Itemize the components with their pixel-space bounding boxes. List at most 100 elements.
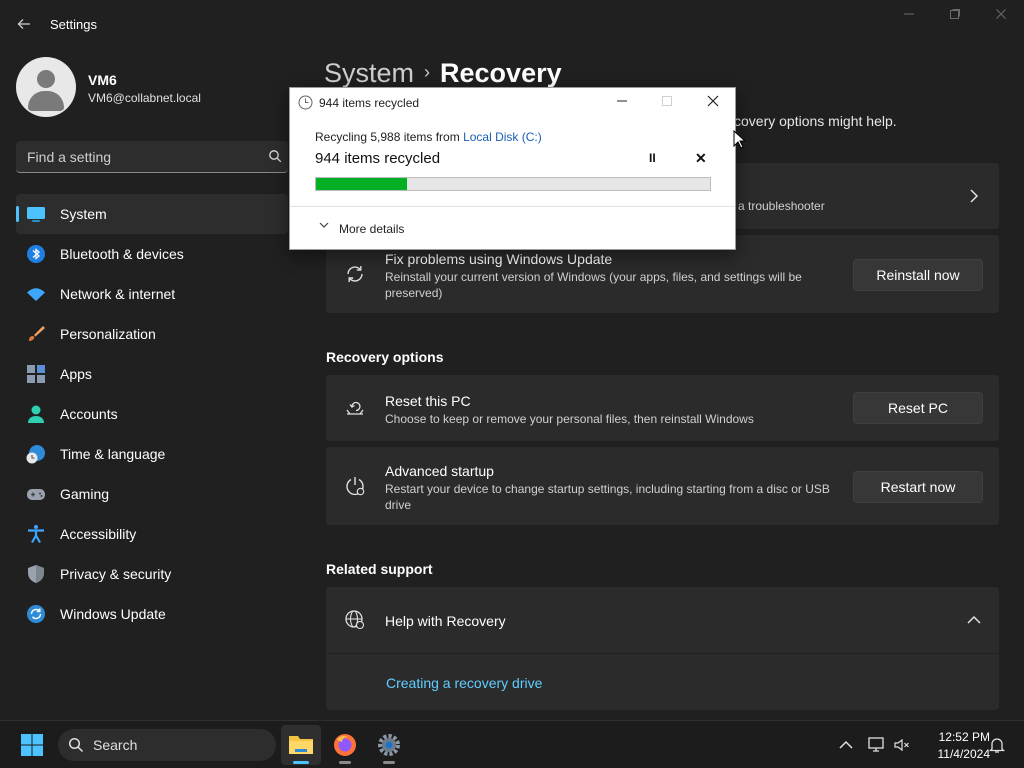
close-button[interactable]	[978, 6, 1024, 26]
sidebar-item-accessibility[interactable]: Accessibility	[16, 514, 288, 554]
dialog-maximize-button	[647, 92, 687, 112]
reset-pc-card: Reset this PC Choose to keep or remove y…	[326, 375, 999, 441]
help-with-recovery-card[interactable]: Help with Recovery	[326, 587, 999, 653]
running-indicator	[383, 761, 395, 764]
apps-icon	[27, 365, 45, 383]
taskbar-time[interactable]: 12:52 PM	[920, 730, 990, 744]
chevron-up-icon[interactable]	[836, 735, 856, 755]
page-title: Recovery	[440, 58, 562, 88]
breadcrumb-parent[interactable]: System	[324, 58, 414, 88]
find-setting-input[interactable]: Find a setting	[16, 141, 288, 173]
running-indicator	[293, 761, 309, 764]
network-icon[interactable]	[867, 735, 887, 755]
dialog-divider	[290, 206, 735, 207]
clock-icon	[298, 95, 313, 110]
user-name: VM6	[88, 72, 117, 88]
reset-pc-button[interactable]: Reset PC	[853, 392, 983, 424]
sidebar-item-network[interactable]: Network & internet	[16, 274, 288, 314]
avatar[interactable]	[16, 57, 76, 117]
user-email: VM6@collabnet.local	[88, 91, 201, 105]
sidebar-item-time-language[interactable]: Time & language	[16, 434, 288, 474]
sidebar-item-gaming[interactable]: Gaming	[16, 474, 288, 514]
title-bar: Settings	[0, 0, 1024, 48]
sidebar-item-label: Privacy & security	[60, 566, 172, 582]
troubleshooter-subtitle: a troubleshooter	[738, 199, 825, 213]
recycling-summary: Recycling 5,988 items from Local Disk (C…	[315, 130, 542, 144]
dialog-minimize-button[interactable]	[602, 92, 642, 112]
sidebar-item-apps[interactable]: Apps	[16, 354, 288, 394]
sidebar-item-windows-update[interactable]: Windows Update	[16, 594, 288, 634]
file-explorer-icon	[289, 736, 313, 754]
minimize-icon	[904, 13, 914, 15]
refresh-icon	[347, 266, 363, 282]
taskbar-file-explorer[interactable]	[281, 725, 321, 765]
source-drive-link[interactable]: Local Disk (C:)	[463, 130, 542, 144]
breadcrumb-separator-icon: ›	[424, 62, 431, 82]
brush-icon	[29, 326, 45, 341]
help-with-recovery-title: Help with Recovery	[385, 613, 506, 629]
dialog-close-button[interactable]	[693, 92, 733, 112]
sidebar-item-bluetooth[interactable]: Bluetooth & devices	[16, 234, 288, 274]
search-icon	[68, 737, 84, 753]
maximize-icon	[662, 96, 672, 106]
sidebar-item-label: Accounts	[60, 406, 118, 422]
sidebar-item-label: Time & language	[60, 446, 166, 462]
sidebar-item-label: Apps	[60, 366, 92, 382]
taskbar-date[interactable]: 11/4/2024	[920, 747, 991, 761]
restart-now-button[interactable]: Restart now	[853, 471, 983, 503]
shield-icon	[28, 565, 44, 583]
more-details-toggle[interactable]: More details	[339, 222, 404, 236]
firefox-icon	[334, 734, 356, 756]
sidebar-item-accounts[interactable]: Accounts	[16, 394, 288, 434]
maximize-button[interactable]	[932, 6, 978, 26]
chevron-up-icon[interactable]	[967, 615, 981, 625]
app-title: Settings	[50, 17, 97, 32]
sidebar-item-system[interactable]: System	[16, 194, 288, 234]
recycle-progress-dialog: 944 items recycled Recycling 5,988 items…	[289, 87, 736, 250]
taskbar: Search 12:52 PM 11/4/2024	[0, 720, 1024, 768]
recycle-status: 944 items recycled	[315, 150, 441, 167]
reinstall-now-button[interactable]: Reinstall now	[853, 259, 983, 291]
reset-pc-subtitle: Choose to keep or remove your personal f…	[385, 412, 754, 426]
sidebar-item-label: Bluetooth & devices	[60, 246, 184, 262]
sidebar-item-personalization[interactable]: Personalization	[16, 314, 288, 354]
system-icon	[27, 207, 45, 222]
minimize-button[interactable]	[886, 6, 932, 26]
bluetooth-icon	[27, 245, 45, 263]
settings-icon	[378, 734, 400, 756]
taskbar-firefox[interactable]	[325, 725, 365, 765]
sidebar-item-label: Network & internet	[60, 286, 176, 302]
volume-muted-icon[interactable]	[892, 735, 912, 755]
related-support-header: Related support	[326, 561, 433, 577]
recycling-summary-prefix: Recycling 5,988 items from	[315, 130, 464, 144]
running-indicator	[339, 761, 351, 764]
taskbar-search-placeholder: Search	[93, 737, 138, 753]
stop-button[interactable]: ✕	[695, 150, 707, 167]
search-icon	[269, 150, 282, 163]
dialog-title: 944 items recycled	[319, 96, 420, 110]
globe-icon	[345, 610, 365, 630]
advanced-startup-title: Advanced startup	[385, 463, 494, 479]
reset-pc-title: Reset this PC	[385, 393, 471, 409]
page-description: covery options might help.	[734, 113, 897, 129]
taskbar-search-box[interactable]: Search	[58, 729, 276, 761]
maximize-icon	[950, 9, 960, 19]
progress-fill	[316, 178, 407, 190]
advanced-startup-card: Advanced startup Restart your device to …	[326, 447, 999, 525]
sidebar-item-privacy-security[interactable]: Privacy & security	[16, 554, 288, 594]
windows-start-icon[interactable]	[20, 733, 44, 757]
sidebar-item-label: Gaming	[60, 486, 110, 502]
notification-bell-icon[interactable]	[987, 735, 1007, 755]
sidebar-item-label: System	[60, 206, 107, 222]
taskbar-settings[interactable]	[369, 725, 409, 765]
avatar-body-shape	[28, 91, 64, 111]
recycle-progress-bar	[315, 177, 711, 191]
close-icon	[707, 95, 719, 107]
fix-problems-title: Fix problems using Windows Update	[385, 251, 613, 267]
creating-recovery-drive-link[interactable]: Creating a recovery drive	[386, 675, 542, 691]
sidebar-nav: System Bluetooth & devices Network & int…	[16, 194, 288, 634]
pause-button[interactable]: II	[649, 151, 656, 165]
mouse-cursor-icon	[733, 130, 745, 149]
chevron-down-icon[interactable]	[319, 221, 329, 229]
back-button[interactable]	[12, 12, 36, 36]
